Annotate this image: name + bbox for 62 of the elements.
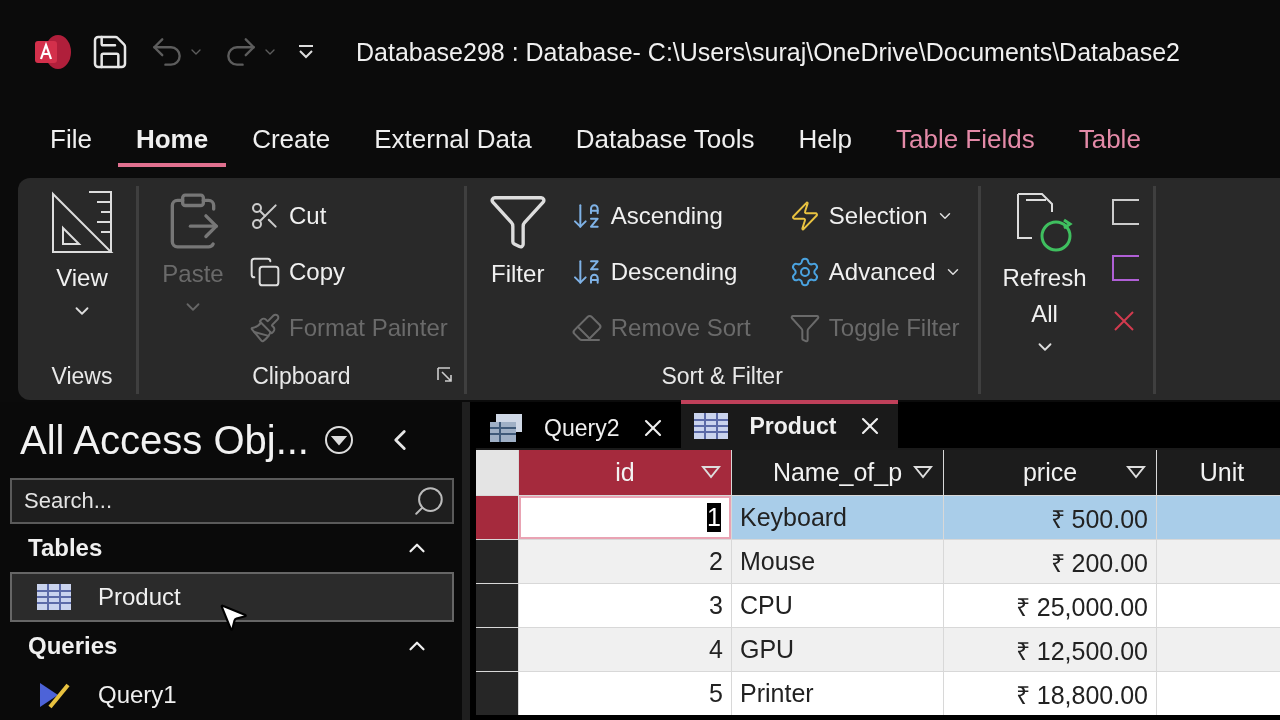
dropdown-arrow-icon[interactable]	[1126, 465, 1146, 479]
ribbon-button[interactable]: Descending	[568, 244, 753, 300]
table-cell: ₹ 25,000.00	[944, 584, 1156, 627]
ribbon-tab[interactable]: Help	[780, 115, 870, 167]
ribbon-button[interactable]: View	[42, 186, 122, 358]
document-tab[interactable]: Product	[681, 400, 899, 448]
ribbon-tab[interactable]: Table Fields	[877, 115, 1053, 167]
eraser-icon	[570, 312, 603, 344]
ribbon-tab[interactable]: Create	[234, 115, 349, 167]
table-icon	[693, 412, 730, 440]
ribbon-button[interactable]: Refresh All	[994, 186, 1095, 362]
set-square-ruler-icon	[49, 190, 115, 256]
dialog-launcher-icon[interactable]	[435, 366, 454, 384]
window-title: Database298 : Database- C:\Users\suraj\OneDrive\Documents\Database2	[356, 37, 1180, 67]
copy-icon	[249, 256, 281, 288]
query-object-icon	[488, 412, 524, 444]
ribbon-button[interactable]: Advanced	[786, 244, 964, 300]
group-label: Clipboard	[252, 362, 351, 390]
group-label: Views	[51, 362, 113, 390]
ribbon-tab[interactable]: File	[32, 115, 110, 167]
table-cell: 5	[519, 672, 731, 715]
table-cell: 3	[519, 584, 731, 627]
table-cell: Printer	[732, 672, 943, 715]
dropdown-arrow-icon[interactable]	[913, 465, 933, 479]
search-field[interactable]: Search...	[10, 478, 454, 524]
ribbon-tab[interactable]: External Data	[356, 115, 550, 167]
dropdown-circle-icon[interactable]	[323, 424, 355, 456]
search-icon	[412, 484, 446, 518]
navigation-item[interactable]: Product	[10, 572, 454, 622]
document-tab[interactable]: Query2	[476, 404, 682, 448]
table-cell: 4	[519, 628, 731, 671]
table-cell: CPU	[732, 584, 943, 627]
ribbon-button[interactable]: Filter	[480, 186, 555, 358]
group-label: Sort & Filter	[661, 362, 783, 390]
table-cell: Keyboard	[732, 496, 943, 539]
table-icon	[36, 583, 72, 611]
table-cell: ₹ 200.00	[944, 540, 1156, 583]
funnel-icon	[788, 312, 821, 344]
ribbon-tab[interactable]: Table	[1060, 115, 1159, 167]
table-cell: Mouse	[732, 540, 943, 583]
column-header[interactable]: price	[944, 450, 1156, 495]
ribbon-tab[interactable]: Database Tools	[557, 115, 773, 167]
table-cell: ₹ 18,800.00	[944, 672, 1156, 715]
navigation-item[interactable]: Query1	[10, 670, 454, 720]
column-header[interactable]: Name_of_p	[732, 450, 943, 495]
paintbrush-icon	[249, 312, 281, 344]
app-logo-icon	[32, 32, 72, 72]
column-header[interactable]: id	[519, 450, 731, 495]
table-cell: ₹ 12,500.00	[944, 628, 1156, 671]
table-cell: GPU	[732, 628, 943, 671]
section-header[interactable]: Queries	[10, 622, 454, 670]
section-header[interactable]: Tables	[10, 524, 454, 572]
column-header[interactable]: Unit	[1157, 450, 1280, 495]
ribbon-button[interactable]: Cut	[247, 188, 450, 244]
pane-title: All Access Obj...	[20, 417, 309, 463]
table-cell: 1	[519, 496, 731, 539]
table-cell: ₹ 500.00	[944, 496, 1156, 539]
ribbon-button[interactable]: Selection	[786, 188, 964, 244]
ribbon-button[interactable]: Copy	[247, 244, 450, 300]
table-cell: 2	[519, 540, 731, 583]
ribbon-tab[interactable]: Home	[117, 115, 227, 167]
ribbon-button[interactable]: Ascending	[568, 188, 753, 244]
